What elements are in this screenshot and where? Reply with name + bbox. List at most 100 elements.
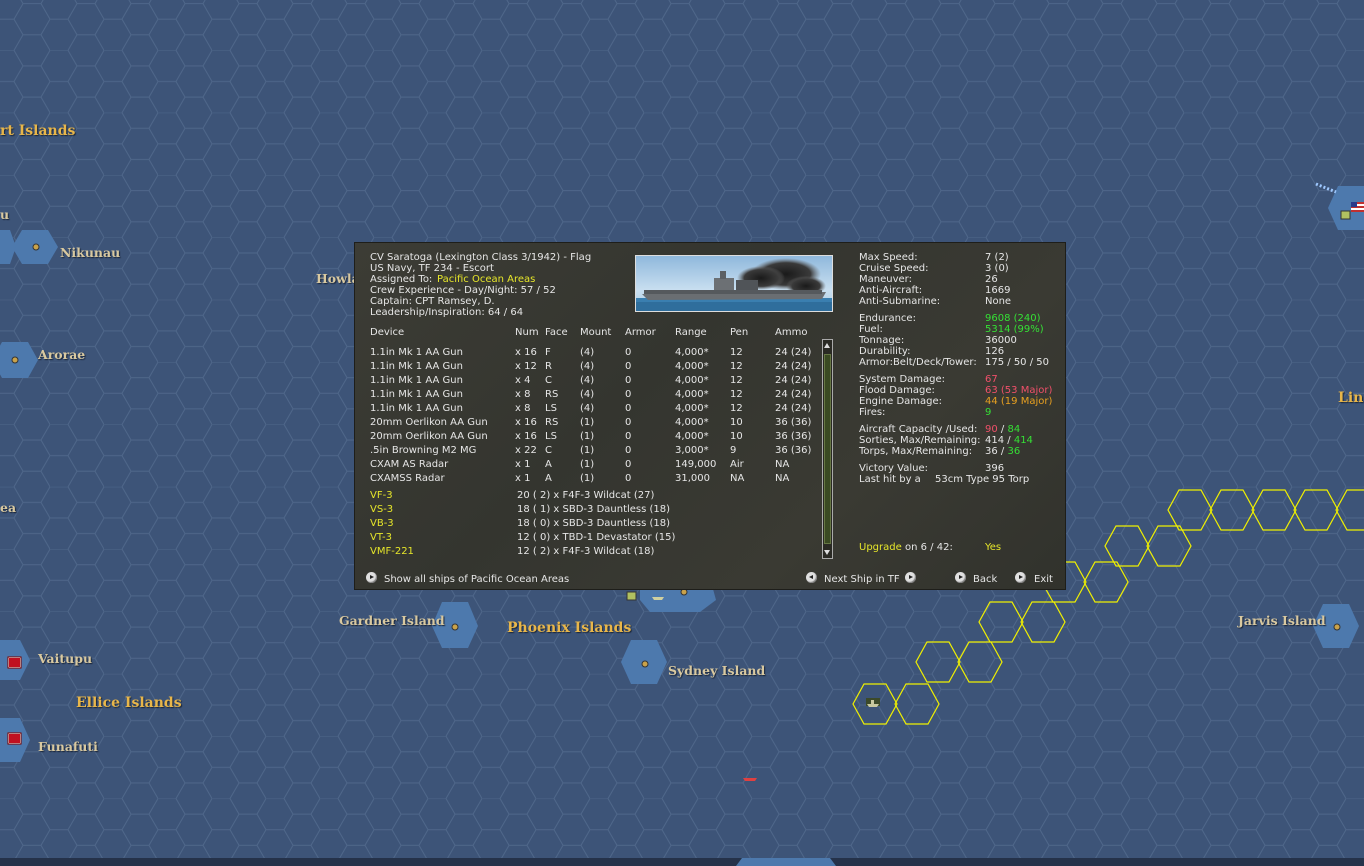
device-row[interactable]: 1.1in Mk 1 AA Gun x 8 RS (4) 0 4,000* 12 24 (24… <box>355 389 815 403</box>
assigned-to-value[interactable]: Pacific Ocean Areas <box>437 274 535 285</box>
device-row[interactable]: 20mm Oerlikon AA Gun x 16 LS (1) 0 4,000* 10 36… <box>355 431 815 445</box>
map-label-jarvis[interactable]: Jarvis Island <box>1238 613 1326 628</box>
scroll-up-icon[interactable] <box>824 341 831 350</box>
fuel-label: Fuel: <box>859 324 883 335</box>
upgrade-value: Yes <box>985 542 1002 553</box>
back-arrow-icon[interactable] <box>955 572 966 583</box>
squadron-name[interactable]: VT-3 <box>370 532 392 543</box>
map-label-nikunau[interactable]: Nikunau <box>60 245 120 260</box>
device-cell: 36 (36) <box>775 417 812 428</box>
armor-value: 175 / 50 / 50 <box>985 357 1049 368</box>
map-label-gardner[interactable]: Gardner Island <box>339 613 445 628</box>
air-group-row[interactable]: VB-3 18 ( 0) x SBD-3 Dauntless (18) <box>355 518 815 532</box>
tonnage-label: Tonnage: <box>859 335 905 346</box>
device-cell: 31,000 <box>675 473 710 484</box>
device-cell: 10 <box>730 417 743 428</box>
squadron-name[interactable]: VF-3 <box>370 490 393 501</box>
device-cell: (1) <box>580 459 595 470</box>
device-row[interactable]: 1.1in Mk 1 AA Gun x 8 LS (4) 0 4,000* 12 24 (24… <box>355 403 815 417</box>
exit-button[interactable]: Exit <box>1034 574 1053 585</box>
device-cell: 12 <box>730 403 743 414</box>
squadron-detail: 12 ( 0) x TBD-1 Devastator (15) <box>517 532 676 543</box>
leadership: Leadership/Inspiration: 64 / 64 <box>370 307 524 318</box>
col-num: Num <box>515 327 539 338</box>
back-button[interactable]: Back <box>973 574 997 585</box>
map-label-arorae[interactable]: Arorae <box>38 347 85 362</box>
device-cell: 4,000* <box>675 375 709 386</box>
ship-detail-panel: CV Saratoga (Lexington Class 3/1942) - F… <box>354 242 1066 590</box>
device-row[interactable]: CXAM AS Radar x 1 A (1) 0 149,000 Air NA <box>355 459 815 473</box>
device-cell: 12 <box>730 389 743 400</box>
map-label-line: Line <box>1338 390 1364 406</box>
device-row[interactable]: 1.1in Mk 1 AA Gun x 4 C (4) 0 4,000* 12 24 (24) <box>355 375 815 389</box>
assigned-to-label: Assigned To: <box>370 274 433 285</box>
air-group-row[interactable]: VT-3 12 ( 0) x TBD-1 Devastator (15) <box>355 532 815 546</box>
device-cell: NA <box>730 473 745 484</box>
next-ship-label: Next Ship in TF <box>824 574 900 585</box>
device-cell: 12 <box>730 375 743 386</box>
map-label-sydney[interactable]: Sydney Island <box>668 663 765 678</box>
device-cell: C <box>545 445 552 456</box>
device-cell: 4,000* <box>675 417 709 428</box>
device-cell: F <box>545 347 551 358</box>
scroll-thumb[interactable] <box>824 354 831 544</box>
scroll-down-icon[interactable] <box>824 548 831 557</box>
air-group-row[interactable]: VS-3 18 ( 1) x SBD-3 Dauntless (18) <box>355 504 815 518</box>
device-cell: (1) <box>580 473 595 484</box>
air-group-row[interactable]: VF-3 20 ( 2) x F4F-3 Wildcat (27) <box>355 490 815 504</box>
victory-value: 396 <box>985 463 1005 474</box>
squadron-name[interactable]: VB-3 <box>370 518 394 529</box>
device-cell: RS <box>545 389 559 400</box>
device-cell: 24 (24) <box>775 389 812 400</box>
device-cell: 4,000* <box>675 361 709 372</box>
device-row[interactable]: CXAMSS Radar x 1 A (1) 0 31,000 NA NA <box>355 473 815 487</box>
device-row[interactable]: 1.1in Mk 1 AA Gun x 12 R (4) 0 4,000* 12 24 (24… <box>355 361 815 375</box>
device-cell: C <box>545 375 552 386</box>
device-cell: 3,000* <box>675 445 709 456</box>
device-cell: x 4 <box>515 375 531 386</box>
device-cell: 20mm Oerlikon AA Gun <box>370 417 488 428</box>
device-cell: x 1 <box>515 473 531 484</box>
show-all-ships-button[interactable]: Show all ships of Pacific Ocean Areas <box>384 574 569 585</box>
task-force-icon[interactable] <box>866 698 880 707</box>
device-cell: x 16 <box>515 347 537 358</box>
sorties-value: 414 / 414 <box>985 435 1033 446</box>
exit-arrow-icon[interactable] <box>1015 572 1026 583</box>
squadron-name[interactable]: VS-3 <box>370 504 393 515</box>
map-label-vaitupu[interactable]: Vaitupu <box>38 651 92 666</box>
device-cell: 24 (24) <box>775 403 812 414</box>
device-cell: 36 (36) <box>775 445 812 456</box>
device-cell: .5in Browning M2 MG <box>370 445 477 456</box>
device-scrollbar[interactable] <box>822 339 833 559</box>
device-cell: 0 <box>625 347 632 358</box>
device-cell: RS <box>545 417 559 428</box>
captain: Captain: CPT Ramsey, D. <box>370 296 495 307</box>
next-ship-arrow-icon[interactable] <box>905 572 916 583</box>
device-cell: 24 (24) <box>775 361 812 372</box>
prev-ship-arrow-icon[interactable] <box>806 572 817 583</box>
device-cell: x 16 <box>515 431 537 442</box>
device-row[interactable]: 1.1in Mk 1 AA Gun x 16 F (4) 0 4,000* 12 24 (24… <box>355 347 815 361</box>
col-face: Face <box>545 327 568 338</box>
map-label-funafuti[interactable]: Funafuti <box>38 739 98 754</box>
device-cell: Air <box>730 459 744 470</box>
upgrade-date: on 6 / 42: <box>905 542 953 553</box>
device-cell: R <box>545 361 552 372</box>
aircraft-capacity-value: 90 / 84 <box>985 424 1021 435</box>
aircraft-capacity-label: Aircraft Capacity /Used: <box>859 424 978 435</box>
durability-value: 126 <box>985 346 1005 357</box>
ship-navy-tf: US Navy, TF 234 - Escort <box>370 263 494 274</box>
air-group-row[interactable]: VMF-221 12 ( 2) x F4F-3 Wildcat (18) <box>355 546 815 560</box>
show-all-arrow-icon[interactable] <box>366 572 377 583</box>
device-cell: 0 <box>625 431 632 442</box>
device-cell: CXAMSS Radar <box>370 473 445 484</box>
device-cell: 0 <box>625 361 632 372</box>
device-row[interactable]: 20mm Oerlikon AA Gun x 16 RS (1) 0 4,000* 10 36… <box>355 417 815 431</box>
anti-aircraft-label: Anti-Aircraft: <box>859 285 923 296</box>
upgrade-link[interactable]: Upgrade <box>859 542 902 553</box>
fires-value: 9 <box>985 407 992 418</box>
device-cell: 1.1in Mk 1 AA Gun <box>370 361 463 372</box>
device-row[interactable]: .5in Browning M2 MG x 22 C (1) 0 3,000* 9 36 (3… <box>355 445 815 459</box>
squadron-name[interactable]: VMF-221 <box>370 546 414 557</box>
device-cell: 0 <box>625 417 632 428</box>
